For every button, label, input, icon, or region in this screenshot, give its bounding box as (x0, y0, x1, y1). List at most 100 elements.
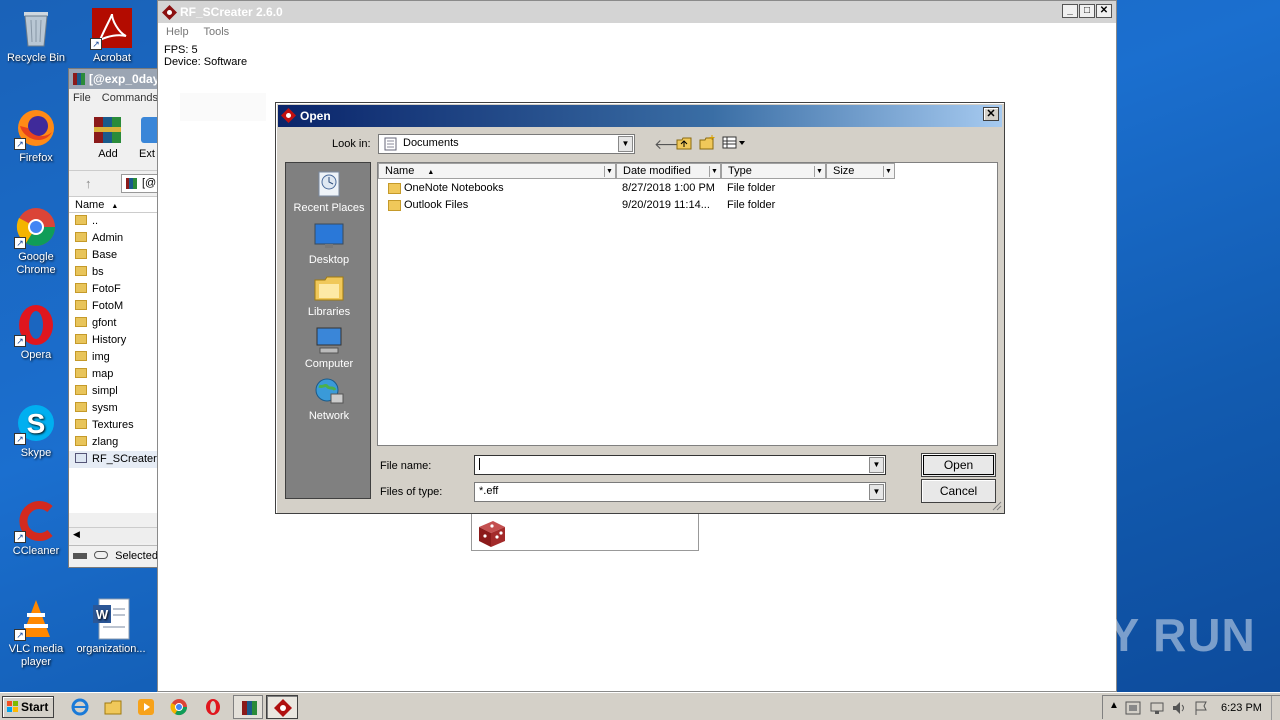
winrar-list-item[interactable]: Base (69, 247, 157, 264)
firefox-label: Firefox (19, 152, 53, 164)
winrar-list-item-label: img (92, 351, 110, 363)
place-desktop[interactable]: Desktop (286, 220, 372, 266)
column-type[interactable]: Type ▼ (721, 163, 826, 179)
winrar-address-bar: ↑ [@ (69, 171, 161, 197)
media-player-icon[interactable] (136, 697, 156, 717)
winrar-titlebar[interactable]: [@exp_0day (69, 69, 157, 89)
minimize-button[interactable]: _ (1062, 4, 1078, 18)
chrome-taskbar-icon[interactable] (169, 697, 189, 717)
winrar-add-button[interactable]: Add (91, 113, 125, 160)
app-titlebar[interactable]: RF_SCreater 2.6.0 _ □ ✕ (158, 1, 1116, 23)
winrar-list-item[interactable]: .. (69, 213, 157, 230)
flag-icon[interactable] (1193, 700, 1209, 716)
look-in-dropdown[interactable]: Documents ▼ (378, 134, 635, 154)
network-tray-icon[interactable] (1149, 700, 1165, 716)
file-name-input[interactable]: ▼ (474, 455, 886, 475)
folder-icon (75, 232, 87, 242)
folder-icon (75, 436, 87, 446)
ccleaner-icon[interactable]: ↗ CCleaner (1, 499, 71, 558)
column-name[interactable]: Name ▲ ▼ (378, 163, 616, 179)
winrar-list-item[interactable]: FotoM (69, 298, 157, 315)
opera-icon[interactable]: ↗ Opera (1, 303, 71, 362)
show-desktop-button[interactable] (1271, 696, 1280, 720)
explorer-icon[interactable] (103, 697, 123, 717)
dialog-close-button[interactable]: ✕ (983, 107, 999, 121)
place-recent[interactable]: Recent Places (286, 168, 372, 214)
close-button[interactable]: ✕ (1096, 4, 1112, 18)
maximize-button[interactable]: □ (1079, 4, 1095, 18)
start-button[interactable]: Start (2, 696, 54, 718)
file-type-label: Files of type: (380, 486, 443, 498)
cancel-button[interactable]: Cancel (921, 479, 996, 503)
winrar-list-item[interactable]: map (69, 366, 157, 383)
menu-tools[interactable]: Tools (203, 26, 229, 38)
app-taskbar-button[interactable] (266, 695, 298, 719)
word-document-label: organization... (76, 643, 146, 655)
winrar-list-item[interactable]: gfont (69, 315, 157, 332)
chevron-down-icon[interactable]: ▼ (618, 136, 633, 152)
place-computer[interactable]: Computer (286, 324, 372, 370)
scroll-left-icon[interactable]: ◀ (73, 529, 80, 540)
up-arrow-icon[interactable]: ↑ (85, 176, 92, 191)
up-folder-icon[interactable] (676, 136, 692, 151)
winrar-list-item[interactable]: History (69, 332, 157, 349)
place-network[interactable]: Network (286, 376, 372, 422)
folder-icon (75, 215, 87, 225)
volume-icon[interactable] (1171, 700, 1187, 716)
folder-icon (75, 351, 87, 361)
column-size[interactable]: Size ▼ (826, 163, 895, 179)
ie-icon[interactable] (70, 697, 90, 717)
new-folder-icon[interactable] (699, 134, 716, 151)
open-button[interactable]: Open (921, 453, 996, 477)
winrar-list-item-label: FotoM (92, 300, 124, 312)
winrar-horizontal-scrollbar[interactable]: ◀ (69, 527, 157, 543)
winrar-taskbar-button[interactable] (233, 695, 263, 719)
clock[interactable]: 6:23 PM (1221, 702, 1262, 714)
resize-grip-icon[interactable] (991, 500, 1002, 511)
file-name-dropdown-icon[interactable]: ▼ (869, 457, 884, 473)
recycle-bin-icon[interactable]: Recycle Bin (1, 6, 71, 65)
file-list[interactable]: Name ▲ ▼ Date modified ▼ Type ▼ Size ▼ O… (377, 162, 998, 446)
vlc-icon[interactable]: ↗ VLC media player (1, 597, 71, 669)
winrar-list-item[interactable]: simpl (69, 383, 157, 400)
winrar-list-item[interactable]: Textures (69, 417, 157, 434)
file-row[interactable]: Outlook Files 9/20/2019 11:14... File fo… (378, 197, 997, 214)
column-date-dropdown-icon[interactable]: ▼ (709, 166, 719, 177)
winrar-list-item[interactable]: img (69, 349, 157, 366)
preview-panel (471, 511, 699, 551)
file-row[interactable]: OneNote Notebooks 8/27/2018 1:00 PM File… (378, 180, 997, 197)
winrar-list-item[interactable]: FotoF (69, 281, 157, 298)
winrar-list-item[interactable]: sysm (69, 400, 157, 417)
winrar-list-item[interactable]: RF_SCreater (69, 451, 157, 468)
dialog-title: Open (300, 109, 331, 123)
action-center-icon[interactable] (1125, 700, 1141, 716)
dialog-titlebar[interactable]: Open ✕ (278, 105, 1002, 127)
menu-help[interactable]: Help (166, 26, 189, 38)
column-size-dropdown-icon[interactable]: ▼ (883, 166, 893, 177)
file-type-select[interactable]: *.eff ▼ (474, 482, 886, 502)
column-date[interactable]: Date modified ▼ (616, 163, 721, 179)
tray-expand-icon[interactable]: ▲ (1109, 700, 1119, 711)
winrar-menu-file[interactable]: File (73, 92, 91, 104)
winrar-window[interactable]: [@exp_0day File Commands Add Ext ↑ [@ Na… (68, 68, 165, 568)
winrar-list-item[interactable]: Admin (69, 230, 157, 247)
firefox-icon[interactable]: ↗ Firefox (1, 106, 71, 165)
chrome-icon[interactable]: ↗ Google Chrome (1, 205, 71, 277)
skype-icon[interactable]: S ↗ Skype (1, 401, 71, 460)
column-name-dropdown-icon[interactable]: ▼ (604, 166, 614, 177)
view-menu-icon[interactable] (722, 136, 746, 150)
network-icon (315, 378, 344, 404)
place-libraries[interactable]: Libraries (286, 272, 372, 318)
winrar-list-item[interactable]: bs (69, 264, 157, 281)
file-type-dropdown-icon[interactable]: ▼ (869, 484, 884, 500)
winrar-menu-commands[interactable]: Commands (102, 92, 157, 104)
open-dialog[interactable]: Open ✕ Look in: Documents ▼ 🡐 Recent Pla… (275, 102, 1005, 514)
winrar-column-header[interactable]: Name ▲ (69, 197, 157, 213)
winrar-path-field[interactable]: [@ (121, 174, 161, 193)
winrar-list-item[interactable]: zlang (69, 434, 157, 451)
opera-taskbar-icon[interactable] (203, 697, 223, 717)
taskbar: Start ▲ 6:23 PM (0, 692, 1280, 720)
word-document-icon[interactable]: W organization... (76, 597, 146, 656)
acrobat-icon[interactable]: ↗ Acrobat (77, 6, 147, 65)
column-type-dropdown-icon[interactable]: ▼ (814, 166, 824, 177)
